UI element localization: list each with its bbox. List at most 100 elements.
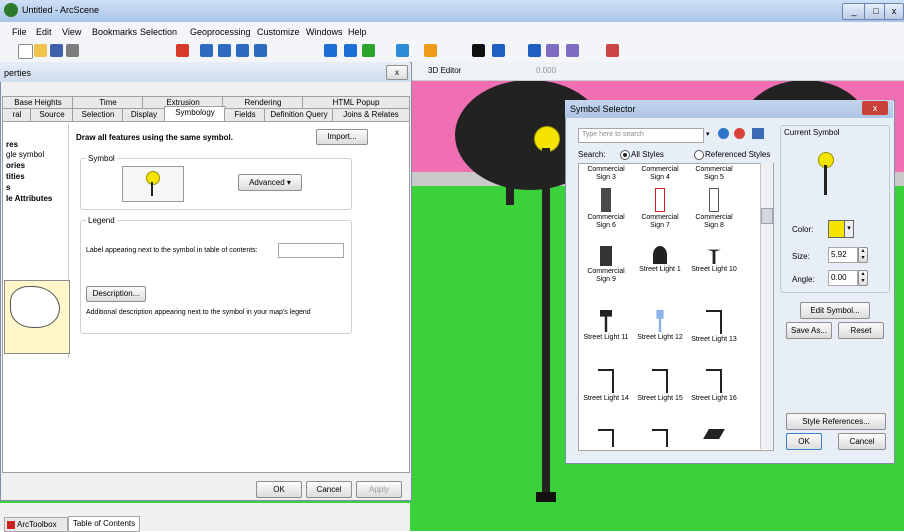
symbol-commercial-sign-9[interactable]: Commercial Sign 9 [580, 246, 632, 284]
search-dropdown-icon[interactable]: ▾ [706, 130, 710, 138]
color-dropdown-button[interactable]: ▾ [844, 220, 854, 238]
zoom-in-icon[interactable] [362, 44, 375, 57]
tab-fields[interactable]: Fields [224, 108, 266, 122]
symbol-commercial-sign-3[interactable]: Commercial Sign 3 [580, 166, 632, 182]
reset-button[interactable]: Reset [838, 322, 884, 339]
find-icon[interactable] [528, 44, 541, 57]
save-as-button[interactable]: Save As... [786, 322, 832, 339]
symbol-selector-cancel-button[interactable]: Cancel [838, 433, 886, 450]
tab-joins-relates[interactable]: Joins & Relates [332, 108, 410, 122]
toolbox-icon[interactable] [606, 44, 619, 57]
symbol-street-light-12[interactable]: Street Light 12 [634, 310, 686, 342]
tab-display[interactable]: Display [122, 108, 166, 122]
symbol-street-light-1[interactable]: Street Light 1 [634, 246, 686, 274]
view-options-icon[interactable] [752, 128, 764, 139]
new-document-icon[interactable] [18, 44, 33, 59]
show-item-multiple-attributes[interactable]: le Attributes [6, 194, 52, 203]
show-item-features[interactable]: res [6, 140, 18, 149]
properties-close-button[interactable]: x [386, 65, 408, 80]
minimize-button[interactable]: _ [842, 3, 866, 20]
symbol-search-input[interactable]: Type here to search [578, 128, 704, 143]
symbol-street-light-17[interactable] [580, 429, 632, 449]
symbol-street-light-11[interactable]: Street Light 11 [580, 310, 632, 342]
scene-tool-icon[interactable] [200, 44, 213, 57]
tab-source[interactable]: Source [30, 108, 74, 122]
symbol-list-scrollbar[interactable] [760, 163, 773, 449]
measure-icon[interactable] [546, 44, 559, 57]
menu-windows[interactable]: Windows [306, 27, 343, 37]
symbol-commercial-sign-4[interactable]: Commercial Sign 4 [634, 166, 686, 182]
3d-editor-menu[interactable]: 3D Editor [428, 66, 461, 75]
tab-arctoolbox-label: ArcToolbox [17, 520, 57, 529]
edit-symbol-button[interactable]: Edit Symbol... [800, 302, 870, 319]
symbol-commercial-sign-6[interactable]: Commercial Sign 6 [580, 188, 632, 230]
search-icon[interactable] [718, 128, 729, 139]
symbol-street-light-13[interactable]: Street Light 13 [688, 310, 740, 344]
symbol-street-light-10[interactable]: Street Light 10 [688, 246, 740, 274]
graph-tool-icon[interactable] [254, 44, 267, 57]
symbol-selector-ok-button[interactable]: OK [786, 433, 822, 450]
menu-selection[interactable]: Selection [140, 27, 177, 37]
layer-tool-icon[interactable] [218, 44, 231, 57]
style-references-button[interactable]: Style References... [786, 413, 886, 430]
fly-icon[interactable] [344, 44, 357, 57]
properties-apply-button[interactable]: Apply [356, 481, 402, 498]
show-item-single-symbol[interactable]: gle symbol [6, 150, 44, 159]
table-window-icon[interactable] [566, 44, 579, 57]
map-thumbnail-outline [10, 286, 60, 328]
symbol-street-light-16[interactable]: Street Light 16 [688, 369, 740, 403]
zoom-out-icon[interactable] [396, 44, 409, 57]
menu-bookmarks[interactable]: Bookmarks [92, 27, 137, 37]
all-styles-radio[interactable] [620, 150, 630, 160]
symbol-street-light-14[interactable]: Street Light 14 [580, 369, 632, 403]
symbol-selector-close-button[interactable]: x [862, 101, 888, 115]
menu-view[interactable]: View [62, 27, 81, 37]
table-tool-icon[interactable] [236, 44, 249, 57]
open-folder-icon[interactable] [34, 44, 47, 57]
angle-input[interactable]: 0.00 [828, 270, 858, 286]
size-input[interactable]: 5.92 [828, 247, 858, 263]
symbol-commercial-sign-5[interactable]: Commercial Sign 5 [688, 166, 740, 182]
show-item-quantities[interactable]: tities [6, 172, 25, 181]
referenced-styles-radio[interactable] [694, 150, 704, 160]
angle-spinner[interactable]: ▴ ▾ [858, 270, 868, 286]
menu-help[interactable]: Help [348, 27, 367, 37]
tab-arctoolbox[interactable]: ArcToolbox [4, 517, 68, 532]
symbol-list-scroll-thumb[interactable] [761, 208, 773, 224]
close-button[interactable]: x [884, 3, 904, 20]
show-item-categories[interactable]: ories [6, 161, 25, 170]
street-light-icon [703, 429, 725, 439]
save-icon[interactable] [50, 44, 63, 57]
tab-general[interactable]: ral [2, 108, 32, 122]
symbol-commercial-sign-7[interactable]: Commercial Sign 7 [634, 188, 686, 230]
tab-symbology[interactable]: Symbology [164, 106, 226, 121]
size-spinner[interactable]: ▴ ▾ [858, 247, 868, 263]
add-data-icon[interactable] [176, 44, 189, 57]
identify-icon[interactable] [492, 44, 505, 57]
clear-search-icon[interactable] [734, 128, 745, 139]
show-item-charts[interactable]: s [6, 183, 10, 192]
description-button[interactable]: Description... [86, 286, 146, 302]
tab-selection[interactable]: Selection [72, 108, 124, 122]
tab-table-of-contents[interactable]: Table of Contents [68, 516, 140, 532]
symbol-commercial-sign-8[interactable]: Commercial Sign 8 [688, 188, 740, 230]
import-button[interactable]: Import... [316, 129, 368, 145]
menu-geoprocessing[interactable]: Geoprocessing [190, 27, 251, 37]
menu-edit[interactable]: Edit [36, 27, 52, 37]
menu-file[interactable]: File [12, 27, 27, 37]
tab-definition-query[interactable]: Definition Query [264, 108, 334, 122]
full-extent-icon[interactable] [424, 44, 437, 57]
navigate-icon[interactable] [324, 44, 337, 57]
advanced-button[interactable]: Advanced ▾ [238, 174, 302, 191]
print-icon[interactable] [66, 44, 79, 57]
menu-customize[interactable]: Customize [257, 27, 300, 37]
symbol-street-light-15[interactable]: Street Light 15 [634, 369, 686, 403]
legend-label-input[interactable] [278, 243, 344, 258]
legend-label-text: Label appearing next to the symbol in ta… [86, 247, 258, 254]
symbol-street-light-19[interactable] [688, 429, 740, 441]
select-arrow-icon[interactable] [472, 44, 485, 57]
title-bar [0, 0, 904, 22]
properties-cancel-button[interactable]: Cancel [306, 481, 352, 498]
symbol-street-light-18[interactable] [634, 429, 686, 449]
properties-ok-button[interactable]: OK [256, 481, 302, 498]
